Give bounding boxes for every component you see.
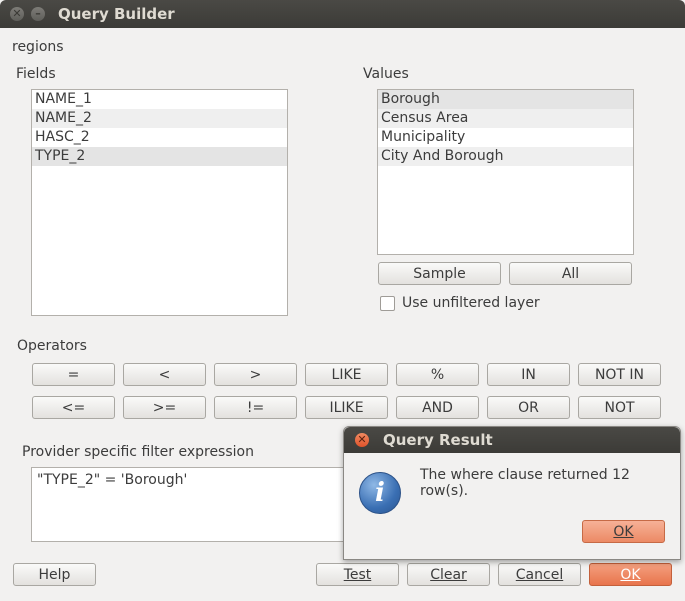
test-button-label: Test [343,567,372,583]
dialog-title: Query Result [383,431,493,449]
values-list-item-selected[interactable]: Borough [378,90,633,109]
operator-equals-button[interactable]: = [32,363,115,386]
dialog-ok-label: OK [613,524,634,540]
values-list-item[interactable]: City And Borough [378,147,633,166]
operator-less-than-button[interactable]: < [123,363,206,386]
dialog-title-bar: ✕ Query Result [344,427,680,453]
clear-button[interactable]: Clear [407,563,490,586]
values-list[interactable]: Borough Census Area Municipality City An… [377,89,634,255]
operator-greater-than-button[interactable]: > [214,363,297,386]
clear-button-label: Clear [430,567,467,583]
window-title: Query Builder [58,5,175,23]
fields-list-item[interactable]: HASC_2 [32,128,287,147]
dialog-close-icon[interactable]: ✕ [355,433,369,447]
values-list-item[interactable]: Census Area [378,109,633,128]
title-bar: ✕ – Query Builder [0,0,685,28]
unfiltered-layer-label: Use unfiltered layer [402,295,540,311]
operator-or-button[interactable]: OR [487,396,570,419]
unfiltered-layer-checkbox[interactable] [380,296,395,311]
operator-like-button[interactable]: LIKE [305,363,388,386]
operator-and-button[interactable]: AND [396,396,479,419]
operators-label: Operators [17,338,87,354]
dialog-ok-button[interactable]: OK [582,520,665,543]
cancel-button[interactable]: Cancel [498,563,581,586]
fields-list-item-selected[interactable]: TYPE_2 [32,147,287,166]
cancel-button-label: Cancel [515,567,564,583]
help-button[interactable]: Help [13,563,96,586]
fields-list-item[interactable]: NAME_1 [32,90,287,109]
operator-not-in-button[interactable]: NOT IN [578,363,661,386]
operator-percent-button[interactable]: % [396,363,479,386]
information-icon: i [359,472,401,514]
operator-not-equal-button[interactable]: != [214,396,297,419]
test-button[interactable]: Test [316,563,399,586]
fields-list-item[interactable]: NAME_2 [32,109,287,128]
close-window-icon[interactable]: ✕ [10,7,24,21]
layer-name: regions [12,39,64,55]
query-builder-window: ✕ – Query Builder regions Fields NAME_1 … [0,0,685,601]
fields-label: Fields [16,66,56,82]
ok-button[interactable]: OK [589,563,672,586]
operator-not-button[interactable]: NOT [578,396,661,419]
operator-less-equal-button[interactable]: <= [32,396,115,419]
values-label: Values [363,66,409,82]
all-button[interactable]: All [509,262,632,285]
minimize-window-icon[interactable]: – [31,7,45,21]
fields-list[interactable]: NAME_1 NAME_2 HASC_2 TYPE_2 [31,89,288,316]
dialog-message: The where clause returned 12 row(s). [420,467,630,499]
operator-in-button[interactable]: IN [487,363,570,386]
sample-button[interactable]: Sample [378,262,501,285]
query-result-dialog: ✕ Query Result i The where clause return… [343,426,681,560]
ok-button-label: OK [620,567,641,583]
values-list-item[interactable]: Municipality [378,128,633,147]
filter-expression-label: Provider specific filter expression [22,444,254,460]
operator-greater-equal-button[interactable]: >= [123,396,206,419]
operator-ilike-button[interactable]: ILIKE [305,396,388,419]
